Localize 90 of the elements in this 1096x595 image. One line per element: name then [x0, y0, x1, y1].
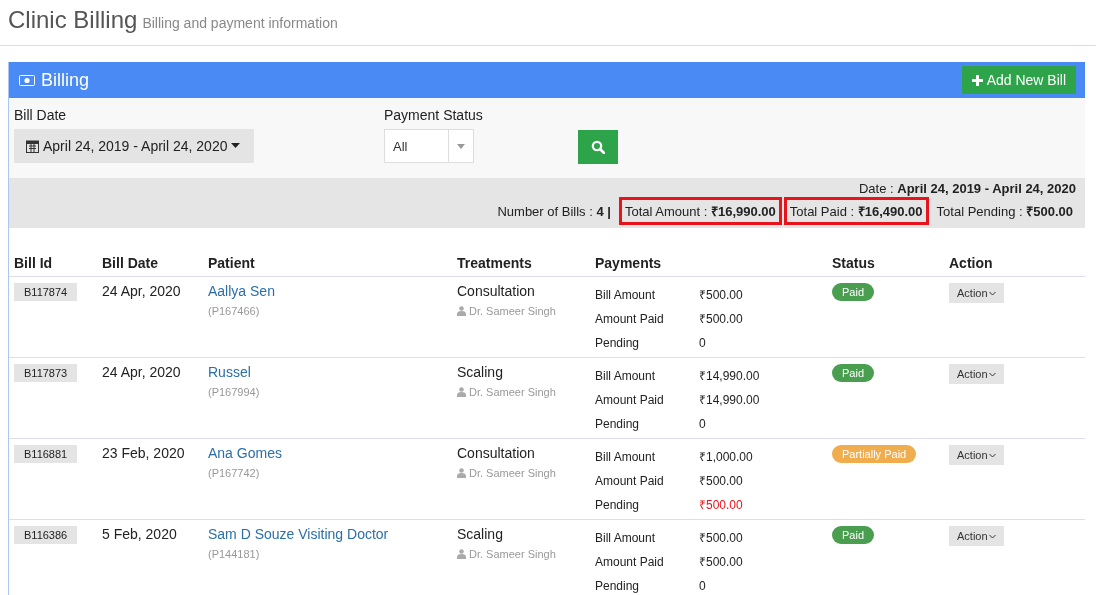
summary-total: Total Pending : ₹500.00 — [935, 203, 1074, 221]
status-dropdown[interactable]: All — [384, 129, 474, 163]
treatment-name: Scaling — [457, 364, 503, 380]
bill-id-tag: B117873 — [14, 364, 78, 382]
column-header: Status — [832, 254, 875, 271]
bill-date: 24 Apr, 2020 — [102, 364, 181, 380]
payment-value: 0 — [699, 416, 707, 432]
column-header: Patient — [208, 254, 255, 271]
payment-value: 0 — [699, 335, 707, 351]
payment-label: Bill Amount — [595, 530, 657, 546]
page-title: Clinic Billing — [8, 6, 138, 34]
calendar-icon — [26, 139, 39, 153]
doctor-name: Dr. Sameer Singh — [469, 548, 556, 560]
chevron-icon — [988, 290, 996, 296]
payment-value: ₹500.00 — [699, 311, 744, 327]
payment-value: ₹1,000.00 — [699, 449, 754, 465]
payment-label: Amount Paid — [595, 554, 665, 570]
patient-link[interactable]: Sam D Souze Visiting Doctor — [208, 526, 389, 542]
payment-value: ₹14,990.00 — [699, 368, 761, 384]
action-button[interactable]: Action — [949, 526, 1004, 546]
bill-date: 5 Feb, 2020 — [102, 526, 177, 542]
money-icon — [19, 74, 35, 86]
column-header: Bill Date — [102, 254, 158, 271]
status-badge: Paid — [832, 283, 875, 301]
panel-title: Billing — [41, 69, 90, 91]
payment-label: Amount Paid — [595, 392, 665, 408]
caret-icon — [231, 143, 241, 149]
patient-id: (P144181) — [208, 548, 260, 560]
payment-label: Pending — [595, 497, 641, 513]
payment-label: Bill Amount — [595, 449, 657, 465]
patient-link[interactable]: Ana Gomes — [208, 445, 282, 461]
doctor-name: Dr. Sameer Singh — [469, 386, 556, 398]
payment-value: ₹14,990.00 — [699, 392, 761, 408]
filter-label: Bill Date — [14, 107, 68, 123]
action-button[interactable]: Action — [949, 283, 1004, 303]
summary-date: Date : April 24, 2019 - April 24, 2020 — [858, 181, 1077, 196]
patient-id: (P167466) — [208, 305, 260, 317]
column-header: Action — [949, 254, 993, 271]
doctor-icon — [457, 468, 466, 478]
action-button[interactable]: Action — [949, 445, 1004, 465]
patient-id: (P167742) — [208, 467, 260, 479]
column-header: Bill Id — [14, 254, 53, 271]
doctor-icon — [457, 387, 466, 397]
caret-icon — [457, 143, 465, 149]
patient-id: (P167994) — [208, 386, 260, 398]
summary-total: Total Paid : ₹16,490.00 — [783, 197, 929, 225]
column-header: Treatments — [457, 254, 532, 271]
payment-value: ₹500.00 — [699, 530, 744, 546]
filter-label: Payment Status — [384, 107, 483, 123]
treatment-name: Consultation — [457, 283, 535, 299]
patient-link[interactable]: Aallya Sen — [208, 283, 275, 299]
payment-value: ₹500.00 — [699, 554, 744, 570]
page-subtitle: Billing and payment information — [142, 15, 338, 31]
plus-icon — [971, 74, 983, 86]
treatment-name: Consultation — [457, 445, 535, 461]
bill-id-tag: B116386 — [14, 526, 78, 544]
payment-value: 0 — [699, 578, 707, 594]
bill-date: 24 Apr, 2020 — [102, 283, 181, 299]
payment-value: ₹500.00 — [699, 497, 744, 513]
doctor-name: Dr. Sameer Singh — [469, 305, 556, 317]
summary-total: Total Amount : ₹16,990.00 — [618, 197, 782, 225]
doctor-icon — [457, 306, 466, 316]
bill-id-tag: B116881 — [14, 445, 78, 463]
status-badge: Paid — [832, 364, 875, 382]
summary-total: Number of Bills : 4 | — [496, 202, 612, 221]
payment-label: Pending — [595, 578, 641, 594]
search-icon — [590, 140, 605, 154]
payment-label: Pending — [595, 416, 641, 432]
bill-date: 23 Feb, 2020 — [102, 445, 185, 461]
payment-value: ₹500.00 — [699, 473, 744, 489]
payment-label: Bill Amount — [595, 368, 657, 384]
payment-value: ₹500.00 — [699, 287, 744, 303]
column-header: Payments — [595, 254, 662, 271]
status-badge: Paid — [832, 526, 875, 544]
chevron-icon — [988, 452, 996, 458]
chevron-icon — [988, 371, 996, 377]
payment-label: Bill Amount — [595, 287, 657, 303]
doctor-icon — [457, 549, 466, 559]
payment-label: Pending — [595, 335, 641, 351]
payment-label: Amount Paid — [595, 311, 665, 327]
date-range-button[interactable]: April 24, 2019 - April 24, 2020 — [14, 129, 254, 163]
status-badge: Partially Paid — [832, 445, 917, 463]
search-button[interactable] — [577, 130, 618, 164]
doctor-name: Dr. Sameer Singh — [469, 467, 556, 479]
action-button[interactable]: Action — [949, 364, 1004, 384]
bill-id-tag: B117874 — [14, 283, 78, 301]
payment-label: Amount Paid — [595, 473, 665, 489]
chevron-icon — [988, 533, 996, 539]
patient-link[interactable]: Russel — [208, 364, 251, 380]
treatment-name: Scaling — [457, 526, 503, 542]
